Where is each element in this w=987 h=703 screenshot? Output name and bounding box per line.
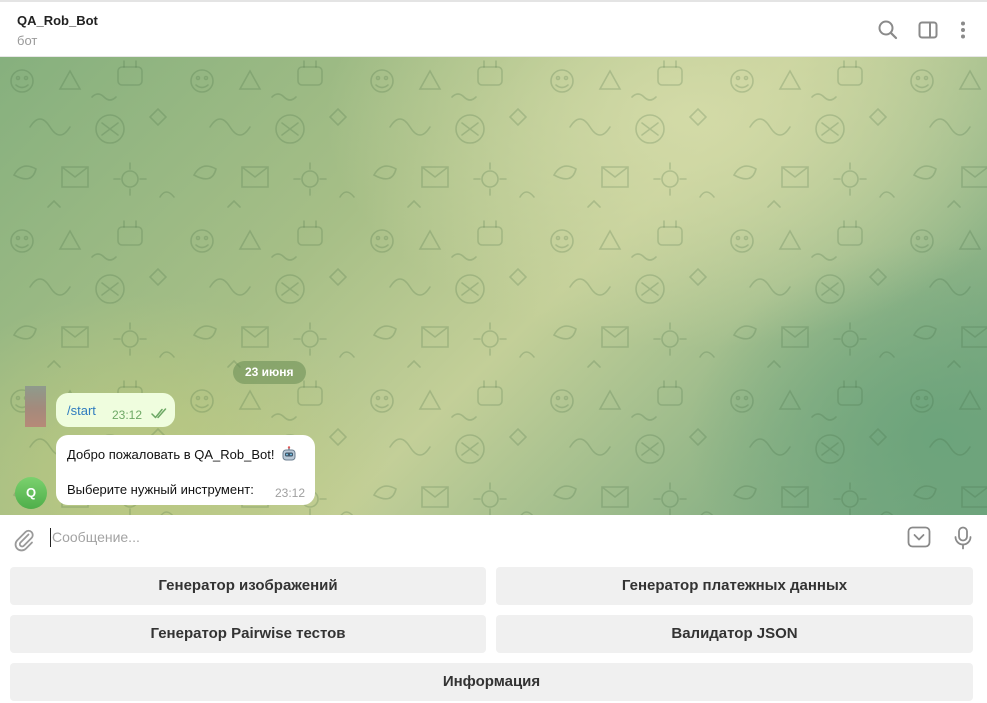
keyboard-button-image-generator[interactable]: Генератор изображений (10, 567, 486, 605)
chat-title: QA_Rob_Bot (17, 13, 98, 28)
bot-avatar[interactable]: Q (15, 477, 47, 509)
attach-paperclip-icon[interactable] (12, 528, 36, 552)
user-avatar (25, 386, 46, 427)
text-cursor (50, 528, 51, 547)
message-time: 23:12 (275, 486, 306, 500)
message-time: 23:12 (112, 408, 143, 422)
microphone-icon[interactable] (952, 526, 974, 550)
keyboard-button-payment-data-generator[interactable]: Генератор платежных данных (496, 567, 973, 605)
message-text-secondary: Выберите нужный инструмент: (67, 482, 254, 497)
sidebar-panel-icon[interactable] (917, 19, 939, 41)
chat-header[interactable]: QA_Rob_Bot бот (0, 2, 987, 57)
keyboard-button-json-validator[interactable]: Валидатор JSON (496, 615, 973, 653)
keyboard-button-information[interactable]: Информация (10, 663, 973, 701)
date-separator: 23 июня (233, 361, 306, 384)
search-icon[interactable] (877, 19, 899, 41)
chat-subtitle: бот (17, 33, 38, 48)
robot-icon (282, 446, 296, 461)
chat-area[interactable]: 23 июня /start 23:12 Добро пожаловать в … (0, 57, 987, 515)
message-input[interactable] (52, 524, 882, 550)
message-line: Добро пожаловать в QA_Rob_Bot! (67, 446, 297, 462)
message-composer (0, 515, 987, 561)
message-text: Добро пожаловать в QA_Rob_Bot! (67, 447, 275, 462)
outgoing-message-bubble[interactable]: /start 23:12 (56, 393, 175, 427)
incoming-message-bubble[interactable]: Добро пожаловать в QA_Rob_Bot! Выберите … (56, 435, 315, 505)
keyboard-button-pairwise-generator[interactable]: Генератор Pairwise тестов (10, 615, 486, 653)
command-link[interactable]: /start (67, 403, 96, 418)
bot-keyboard-toggle-icon[interactable] (907, 526, 931, 548)
read-double-check-icon (151, 408, 167, 419)
more-vertical-icon[interactable] (952, 19, 974, 41)
